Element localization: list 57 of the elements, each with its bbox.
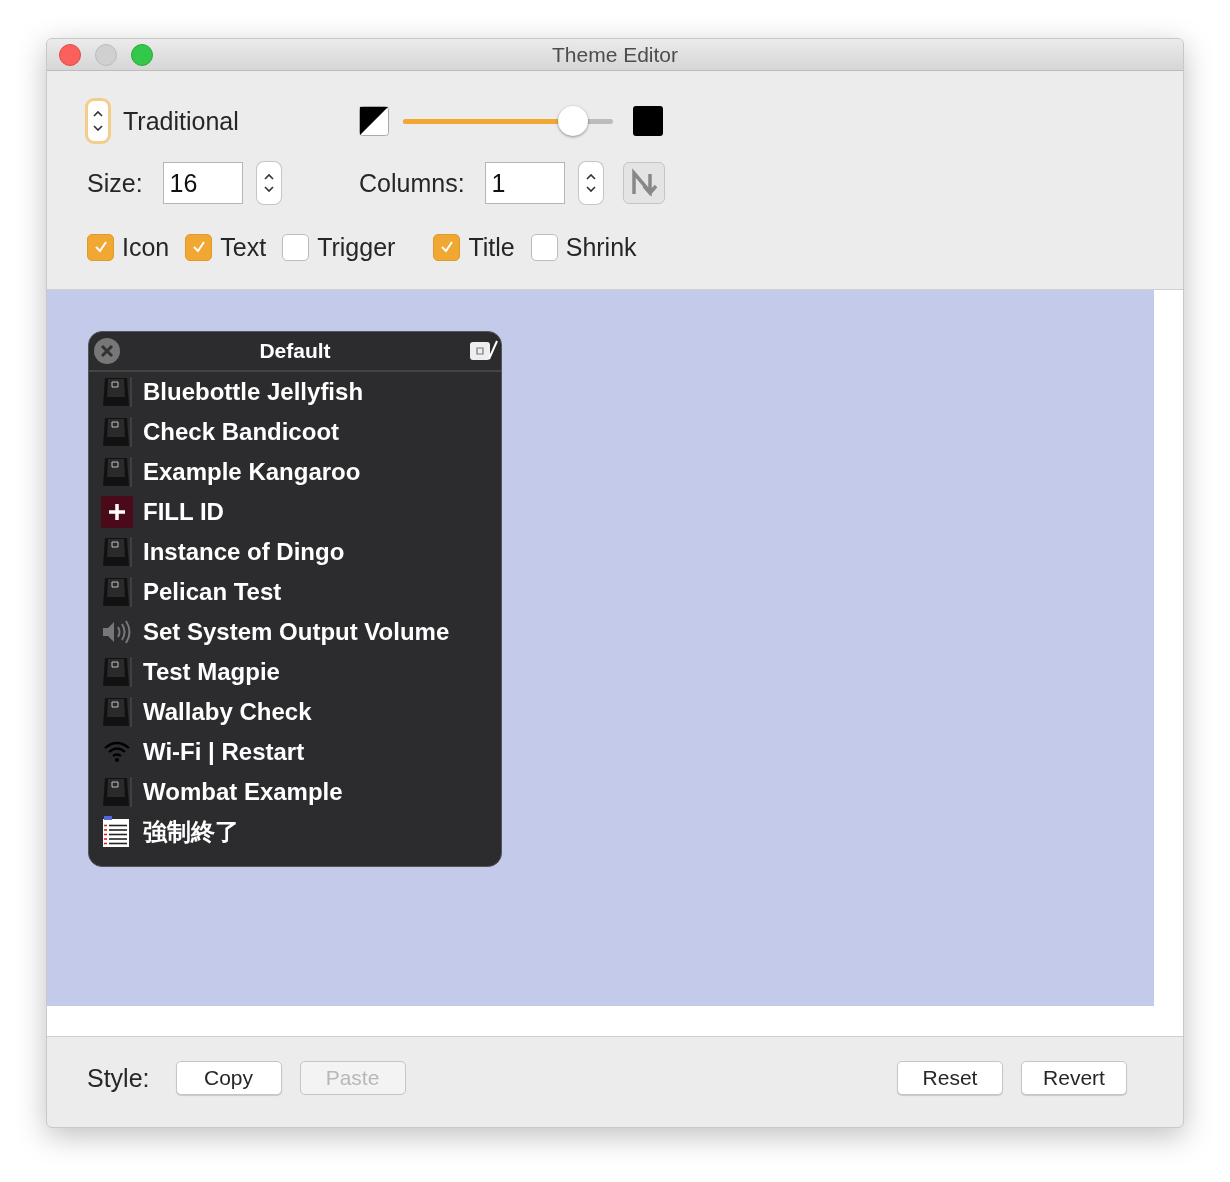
contrast-icon	[359, 106, 389, 136]
checkbox[interactable]	[282, 233, 310, 261]
checkbox-label[interactable]: Text	[220, 232, 267, 262]
menu-item[interactable]: 強制終了	[101, 812, 489, 852]
size-field[interactable]: 16	[162, 162, 243, 204]
key-icon	[101, 375, 133, 409]
menu-item[interactable]: Instance of Dingo	[101, 532, 489, 572]
menu-item[interactable]: FILL ID	[101, 492, 489, 532]
style-popup-stepper[interactable]	[85, 98, 111, 144]
checkbox-label[interactable]: Title	[468, 232, 515, 262]
minimize-button[interactable]	[95, 43, 117, 66]
style-popup-label[interactable]: Traditional	[123, 106, 239, 136]
key-icon	[101, 775, 133, 809]
footer-button[interactable]: Reset	[897, 1061, 1003, 1095]
columns-stepper[interactable]	[578, 162, 603, 204]
checkmark-icon	[438, 239, 455, 255]
checkbox-label[interactable]: Icon	[122, 232, 170, 262]
menu-item[interactable]: Set System Output Volume	[101, 612, 489, 652]
key-icon	[101, 455, 133, 489]
checkbox-label[interactable]: Trigger	[317, 232, 396, 262]
style-label: Style:	[87, 1063, 150, 1093]
key-icon	[101, 535, 133, 569]
filled-square-icon	[633, 106, 663, 136]
checkmark-icon	[92, 239, 109, 255]
checkbox[interactable]	[185, 233, 213, 261]
menu-title: Default	[259, 339, 331, 363]
menu-item[interactable]: Bluebottle Jellyfish	[101, 372, 489, 412]
close-button[interactable]	[59, 43, 81, 66]
checkbox[interactable]	[87, 233, 114, 261]
columns-field[interactable]: 1	[484, 162, 565, 204]
zoom-button[interactable]	[131, 43, 153, 66]
menu-item[interactable]: Pelican Test	[101, 572, 489, 612]
menu-item[interactable]: Example Kangaroo	[101, 452, 489, 492]
menu-item[interactable]: Test Magpie	[101, 652, 489, 692]
flow-direction-button[interactable]	[622, 162, 665, 204]
checkbox[interactable]	[433, 233, 461, 261]
slider-thumb[interactable]	[558, 106, 589, 136]
footer-button[interactable]: Revert	[1021, 1061, 1127, 1095]
checkmark-icon	[190, 239, 207, 255]
size-label: Size:	[87, 168, 143, 198]
checkbox-label[interactable]: Shrink	[565, 232, 637, 262]
opacity-slider[interactable]	[403, 105, 613, 137]
size-stepper[interactable]	[256, 162, 281, 204]
key-icon	[101, 695, 133, 729]
checkbox[interactable]	[530, 233, 558, 261]
menu-item[interactable]: Check Bandicoot	[101, 412, 489, 452]
menu-item[interactable]: Wi-Fi | Restart	[101, 732, 489, 772]
key-icon	[101, 575, 133, 609]
plus-icon	[101, 495, 133, 529]
columns-label: Columns:	[359, 168, 465, 198]
window-title: Theme Editor	[551, 42, 679, 67]
menu-item[interactable]: Wallaby Check	[101, 692, 489, 732]
key-icon	[101, 415, 133, 449]
menu-item[interactable]: Wombat Example	[101, 772, 489, 812]
footer-button[interactable]: Copy	[175, 1061, 282, 1095]
close-icon[interactable]	[94, 338, 120, 364]
key-icon	[101, 655, 133, 689]
